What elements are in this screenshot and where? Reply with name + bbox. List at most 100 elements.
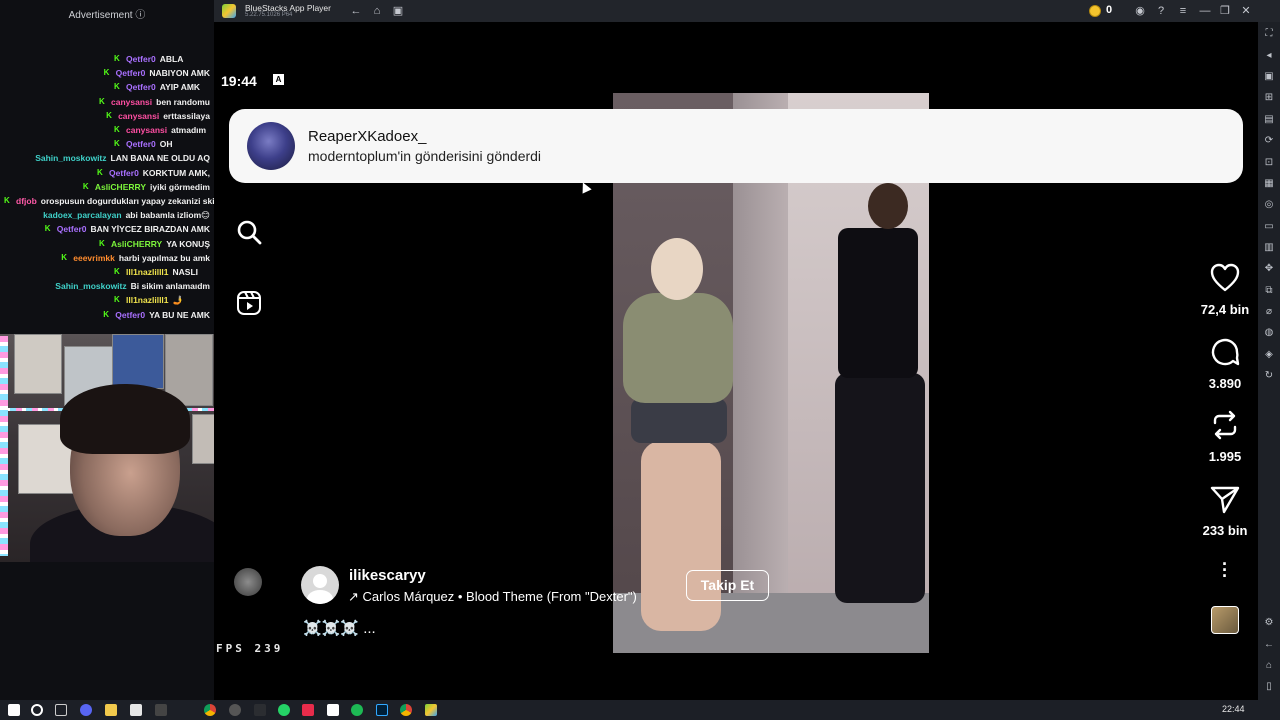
chat-username[interactable]: Qetfer0 — [116, 68, 146, 78]
coin-icon[interactable] — [1089, 5, 1101, 17]
chat-username[interactable]: lll1nazlilll1 — [126, 267, 169, 277]
kick-badge-icon — [43, 282, 51, 290]
app-icon[interactable] — [327, 704, 339, 716]
video-person-head — [651, 238, 703, 300]
multi-instance-icon[interactable]: ▣ — [391, 4, 405, 18]
dm-notification-banner[interactable]: ReaperXKadoex_ moderntoplum'in gönderisi… — [229, 109, 1243, 183]
more-options-icon[interactable]: · · · — [1217, 555, 1233, 585]
file-explorer-icon[interactable] — [105, 704, 117, 716]
chat-username[interactable]: kadoex_parcalayan — [43, 210, 121, 220]
rotate-icon[interactable]: ⟳ — [1263, 135, 1275, 147]
chat-text: erttassilaya — [163, 110, 210, 121]
chat-username[interactable]: eeevrimkk — [73, 253, 115, 263]
video-person-shirt — [623, 293, 733, 403]
chat-username[interactable]: canysansi — [118, 111, 159, 121]
repost-button[interactable]: 1.995 — [1192, 409, 1258, 464]
android-screen: 19:44 A FPS 239 ReaperXKadoex_ moderntop… — [214, 22, 1258, 700]
menu-icon[interactable]: ≡ — [1176, 4, 1190, 18]
task-view-icon[interactable] — [55, 704, 67, 716]
settings-icon[interactable]: ⚙ — [1263, 617, 1275, 629]
chat-username[interactable]: canysansi — [111, 97, 152, 107]
minimize-icon[interactable]: — — [1198, 4, 1212, 18]
bluestacks-taskbar-icon[interactable] — [425, 704, 437, 716]
layers-icon[interactable]: ◈ — [1263, 349, 1275, 361]
comment-button[interactable]: 3.890 — [1192, 336, 1258, 391]
audio-track-label[interactable]: ↗ Carlos Márquez • Blood Theme (From "De… — [348, 589, 637, 605]
sync-icon[interactable]: ↻ — [1263, 370, 1275, 382]
kick-badge-icon: K — [114, 82, 120, 92]
fullscreen-icon[interactable]: ⛶ — [1263, 28, 1275, 40]
bluestacks-side-toolbar: ⛶ ◂ ▣ ⊞ ▤ ⟳ ⊡ ▦ ◎ ▭ ▥ ✥ ⧉ ⌀ ◍ ◈ ↻ ⚙ ← ⌂ … — [1258, 22, 1280, 700]
media-folder-icon[interactable]: ▥ — [1263, 242, 1275, 254]
chat-message: Sahin_moskowitz LAN BANA NE OLDU AQ — [19, 151, 210, 165]
post-caption[interactable]: ☠️☠️☠️ ... — [303, 619, 376, 637]
volume-icon[interactable]: ◂ — [1263, 50, 1275, 62]
location-icon[interactable]: ◍ — [1263, 327, 1275, 339]
record-icon[interactable]: ▭ — [1263, 221, 1275, 233]
multi-instance-sync-icon[interactable]: ⧉ — [1263, 285, 1275, 297]
chrome-icon[interactable] — [204, 704, 216, 716]
game-controls-icon[interactable]: ⊞ — [1263, 92, 1275, 104]
capcut-icon[interactable] — [155, 704, 167, 716]
app-icon[interactable] — [254, 704, 266, 716]
poster-avatar[interactable] — [301, 566, 339, 604]
chat-text: atmadım — [171, 125, 207, 135]
home-icon[interactable]: ⌂ — [370, 4, 384, 18]
follow-button[interactable]: Takip Et — [686, 570, 769, 601]
obs-icon[interactable] — [229, 704, 241, 716]
chat-username[interactable]: AsliCHERRY — [95, 182, 146, 192]
chat-message: K AsliCHERRY YA KONUŞ — [95, 237, 210, 251]
kick-badge-icon: K — [114, 54, 120, 63]
android-recents-icon[interactable]: ▯ — [1263, 681, 1275, 693]
account-icon[interactable]: ◉ — [1133, 4, 1147, 18]
chat-username[interactable]: AsliCHERRY — [111, 239, 162, 249]
keyboard-icon[interactable]: ▣ — [1263, 71, 1275, 83]
back-arrow-icon[interactable]: ← — [349, 4, 363, 18]
chat-username[interactable]: Sahin_moskowitz — [55, 281, 126, 291]
video-person-shirt — [838, 228, 918, 378]
stats-icon[interactable]: ▦ — [1263, 178, 1275, 190]
chat-username[interactable]: Qetfer0 — [57, 224, 87, 234]
notepad-icon[interactable] — [130, 704, 142, 716]
profile-tab-avatar[interactable] — [234, 568, 262, 596]
heart-icon — [1210, 263, 1240, 292]
chat-username[interactable]: dfjob — [16, 196, 37, 206]
install-apk-icon[interactable]: ▤ — [1263, 114, 1275, 126]
search-icon[interactable] — [31, 704, 43, 716]
bluestacks-titlebar: BlueStacks App Player 5.22.75.1026 P64 ←… — [214, 0, 1280, 22]
like-button[interactable]: 72,4 bin — [1192, 262, 1258, 317]
screenshot-icon[interactable]: ◎ — [1263, 199, 1275, 211]
chat-text: YA KONUŞ — [166, 238, 210, 249]
macro-icon[interactable]: ⊡ — [1263, 157, 1275, 169]
chrome-icon[interactable] — [400, 704, 412, 716]
valorant-icon[interactable] — [302, 704, 314, 716]
chat-username[interactable]: Qetfer0 — [126, 139, 156, 149]
search-icon[interactable] — [236, 219, 262, 245]
video-person-legs — [641, 441, 721, 631]
eco-mode-icon[interactable]: ⌀ — [1263, 306, 1275, 318]
chat-username[interactable]: lll1nazlilll1 — [126, 295, 169, 305]
chat-text: NABIYON AMK — [149, 68, 210, 79]
chat-username[interactable]: Qetfer0 — [126, 54, 156, 64]
audio-album-thumbnail[interactable] — [1211, 606, 1239, 634]
spotify-icon[interactable] — [351, 704, 363, 716]
shake-icon[interactable]: ✥ — [1263, 263, 1275, 275]
close-icon[interactable]: ✕ — [1239, 4, 1253, 18]
chat-username[interactable]: Qetfer0 — [115, 310, 145, 320]
reels-icon[interactable] — [236, 290, 262, 316]
android-home-icon[interactable]: ⌂ — [1263, 660, 1275, 672]
chat-username[interactable]: Qetfer0 — [126, 82, 156, 92]
whatsapp-icon[interactable] — [278, 704, 290, 716]
restore-icon[interactable]: ❐ — [1218, 4, 1232, 18]
share-button[interactable]: 233 bin — [1192, 483, 1258, 538]
photoshop-icon[interactable] — [376, 704, 388, 716]
chat-username[interactable]: Sahin_moskowitz — [35, 153, 106, 163]
android-back-icon[interactable]: ← — [1263, 639, 1275, 651]
chat-username[interactable]: Qetfer0 — [109, 168, 139, 178]
discord-icon[interactable] — [80, 704, 92, 716]
chat-text: orospusun dogurdukları yapay zekanizi sk… — [40, 196, 214, 206]
poster-username[interactable]: ilikescaryy — [349, 567, 426, 584]
windows-start-icon[interactable] — [8, 704, 20, 716]
help-icon[interactable]: ? — [1154, 4, 1168, 18]
chat-username[interactable]: canysansi — [126, 125, 167, 135]
